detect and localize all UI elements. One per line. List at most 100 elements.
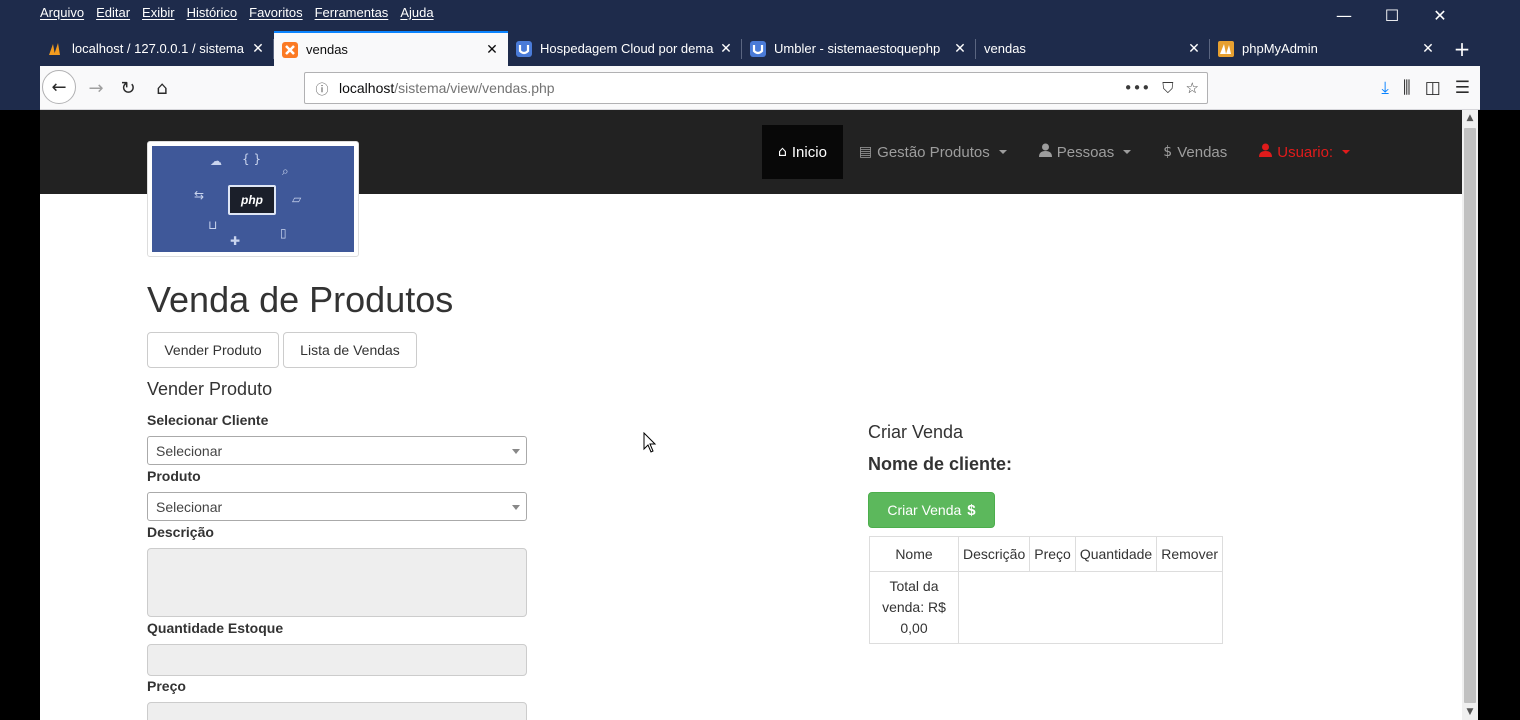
close-icon[interactable]: ✕ bbox=[1420, 41, 1436, 57]
navigation-toolbar: ← → ↻ ⌂ ⓘ localhost/sistema/view/vendas.… bbox=[40, 66, 1480, 110]
home-button[interactable]: ⌂ bbox=[146, 72, 178, 104]
nav-usuario[interactable]: Usuario: bbox=[1243, 125, 1366, 179]
list-icon: ▤ bbox=[858, 144, 873, 160]
table-header-row: Nome Descrição Preço Quantidade Remover bbox=[869, 536, 1224, 572]
menu-favoritos[interactable]: Favoritos bbox=[249, 5, 302, 20]
info-icon[interactable]: ⓘ bbox=[305, 79, 339, 98]
sidebar-icon[interactable]: ◫ bbox=[1425, 78, 1441, 98]
file-icon: ▯ bbox=[280, 226, 287, 240]
produto-select-value: Selecionar bbox=[156, 498, 223, 515]
col-nome: Nome bbox=[869, 536, 959, 572]
caret-down-icon bbox=[998, 150, 1007, 154]
nav-inicio-label: Inicio bbox=[791, 143, 827, 161]
tab-phpmyadmin[interactable]: phpMyAdmin ✕ bbox=[1210, 31, 1444, 66]
descricao-textarea[interactable] bbox=[147, 548, 527, 617]
plus-icon: ✚ bbox=[230, 234, 241, 248]
search-icon: ⌕ bbox=[282, 164, 289, 178]
window-controls: — ☐ ✕ bbox=[1320, 4, 1464, 26]
preco-label: Preço bbox=[147, 678, 186, 694]
criar-venda-button[interactable]: Criar Venda $ bbox=[868, 492, 995, 528]
reload-icon: ↻ bbox=[120, 77, 136, 99]
menu-arquivo[interactable]: Arquivo bbox=[40, 5, 84, 20]
code-braces-icon: { } bbox=[242, 152, 262, 166]
page-content: ⌂ Inicio ▤ Gestão Produtos Pessoas $ Ven… bbox=[40, 110, 1462, 720]
close-icon[interactable]: ✕ bbox=[952, 41, 968, 57]
phpmyadmin-icon bbox=[1218, 40, 1234, 57]
nav-gestao-produtos[interactable]: ▤ Gestão Produtos bbox=[843, 125, 1023, 179]
preco-field[interactable] bbox=[147, 702, 527, 720]
tab-strip: localhost / 127.0.0.1 / sistema ✕ vendas… bbox=[40, 31, 1480, 66]
lista-vendas-button[interactable]: Lista de Vendas bbox=[283, 332, 417, 368]
nav-gestao-label: Gestão Produtos bbox=[877, 143, 990, 161]
nav-inicio[interactable]: ⌂ Inicio bbox=[762, 125, 843, 179]
close-icon[interactable]: ✕ bbox=[718, 41, 734, 57]
close-window-button[interactable]: ✕ bbox=[1416, 4, 1464, 26]
user-icon bbox=[1038, 143, 1052, 161]
table-row: Total da venda: R$ 0,00 bbox=[869, 571, 1224, 644]
caret-down-icon bbox=[1123, 150, 1132, 154]
total-line: venda: R$ bbox=[882, 599, 946, 615]
empty-cell bbox=[957, 571, 1224, 644]
forward-button[interactable]: → bbox=[80, 72, 112, 104]
umbler-icon bbox=[516, 40, 532, 57]
tab-vendas-active[interactable]: vendas ✕ bbox=[274, 31, 508, 66]
close-icon[interactable]: ✕ bbox=[1186, 41, 1202, 57]
menu-exibir[interactable]: Exibir bbox=[142, 5, 175, 20]
close-icon[interactable]: ✕ bbox=[250, 41, 266, 57]
menu-editar[interactable]: Editar bbox=[96, 5, 130, 20]
tab-hospedagem[interactable]: Hospedagem Cloud por dema ✕ bbox=[508, 31, 742, 66]
scrollbar-thumb[interactable] bbox=[1464, 128, 1476, 703]
cliente-select[interactable]: Selecionar bbox=[147, 436, 527, 465]
sales-table: Nome Descrição Preço Quantidade Remover … bbox=[869, 536, 1224, 644]
total-cell: Total da venda: R$ 0,00 bbox=[869, 571, 959, 644]
nav-pessoas[interactable]: Pessoas bbox=[1023, 125, 1148, 179]
col-remover: Remover bbox=[1156, 536, 1224, 572]
descricao-label: Descrição bbox=[147, 524, 214, 540]
url-host: localhost bbox=[339, 80, 395, 96]
page-title: Venda de Produtos bbox=[147, 279, 454, 320]
site-nav-items: ⌂ Inicio ▤ Gestão Produtos Pessoas $ Ven… bbox=[762, 125, 1366, 179]
download-icon[interactable]: ⤓ bbox=[1381, 78, 1389, 98]
vender-produto-button[interactable]: Vender Produto bbox=[147, 332, 279, 368]
hamburger-menu-icon[interactable]: ☰ bbox=[1455, 78, 1470, 98]
tab-phpmyadmin-sistema[interactable]: localhost / 127.0.0.1 / sistema ✕ bbox=[40, 31, 274, 66]
menu-bar: Arquivo Editar Exibir Histórico Favorito… bbox=[40, 0, 446, 24]
bookmark-star-icon[interactable]: ☆ bbox=[1186, 79, 1199, 97]
vertical-scrollbar[interactable]: ▲ ▼ bbox=[1462, 110, 1478, 720]
col-quantidade: Quantidade bbox=[1074, 536, 1158, 572]
phpmyadmin-icon bbox=[48, 41, 64, 57]
tab-vendas-2[interactable]: vendas ✕ bbox=[976, 31, 1210, 66]
pocket-icon[interactable]: ⛉ bbox=[1162, 79, 1173, 97]
page-actions-icon[interactable]: ••• bbox=[1124, 79, 1151, 97]
menu-ferramentas[interactable]: Ferramentas bbox=[315, 5, 389, 20]
new-tab-button[interactable]: + bbox=[1444, 31, 1480, 66]
url-bar[interactable]: ⓘ localhost/sistema/view/vendas.php ••• … bbox=[304, 72, 1208, 104]
nome-cliente-label: Nome de cliente: bbox=[868, 454, 1013, 474]
minimize-button[interactable]: — bbox=[1320, 4, 1368, 26]
cliente-label: Selecionar Cliente bbox=[147, 412, 269, 428]
scroll-down-icon[interactable]: ▼ bbox=[1462, 704, 1478, 720]
produto-select[interactable]: Selecionar bbox=[147, 492, 527, 521]
logo-illustration: ☁ { } ⌕ ⇆ ▱ ⊔ ✚ ▯ php bbox=[152, 146, 354, 252]
tab-title: vendas bbox=[306, 42, 348, 57]
quantidade-field[interactable] bbox=[147, 644, 527, 676]
dollar-icon: $ bbox=[967, 501, 976, 519]
scroll-up-icon[interactable]: ▲ bbox=[1462, 110, 1478, 126]
maximize-button[interactable]: ☐ bbox=[1368, 4, 1416, 26]
menu-ajuda[interactable]: Ajuda bbox=[400, 5, 433, 20]
produto-label: Produto bbox=[147, 468, 201, 484]
nav-pessoas-label: Pessoas bbox=[1056, 143, 1115, 161]
back-button[interactable]: ← bbox=[42, 70, 76, 104]
quantidade-label: Quantidade Estoque bbox=[147, 620, 284, 636]
tab-umbler[interactable]: Umbler - sistemaestoquephp ✕ bbox=[742, 31, 976, 66]
url-path: /sistema/view/vendas.php bbox=[394, 80, 555, 96]
home-icon: ⌂ bbox=[778, 144, 787, 160]
library-icon[interactable]: ⫼ bbox=[1403, 78, 1411, 98]
nav-vendas[interactable]: $ Vendas bbox=[1147, 125, 1243, 179]
menu-historico[interactable]: Histórico bbox=[187, 5, 238, 20]
user-icon bbox=[1259, 143, 1273, 161]
cliente-select-value: Selecionar bbox=[156, 442, 223, 459]
umbler-icon bbox=[750, 40, 766, 57]
close-icon[interactable]: ✕ bbox=[484, 42, 500, 58]
reload-button[interactable]: ↻ bbox=[112, 72, 144, 104]
